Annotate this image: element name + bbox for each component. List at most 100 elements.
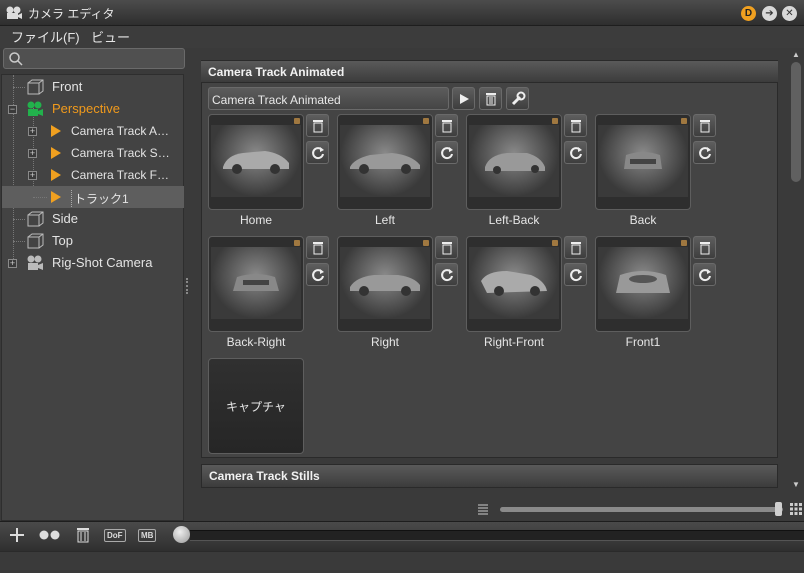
search-input[interactable] xyxy=(3,48,185,69)
tree-item-perspective[interactable]: − Perspective xyxy=(2,98,184,120)
trash-icon xyxy=(699,119,710,132)
camera-thumbnail[interactable] xyxy=(337,236,433,332)
wrench-icon xyxy=(511,91,525,105)
arrow-right-icon[interactable]: ➔ xyxy=(762,6,777,21)
refresh-camera-button[interactable] xyxy=(564,263,587,286)
tree-item-track[interactable]: + Camera Track F… xyxy=(2,164,184,186)
tree-item-side[interactable]: Side xyxy=(2,208,184,230)
two-dots-icon xyxy=(39,530,60,540)
list-view-icon[interactable] xyxy=(477,503,489,515)
delete-camera-button[interactable] xyxy=(306,236,329,259)
expand-icon[interactable]: + xyxy=(8,259,17,268)
track-panel-header[interactable]: Camera Track Animated xyxy=(201,61,778,83)
close-icon[interactable]: ✕ xyxy=(782,6,797,21)
timeline-track[interactable] xyxy=(190,530,804,541)
grid-view-icon[interactable] xyxy=(789,502,803,516)
camera-thumbnail[interactable] xyxy=(466,236,562,332)
camera-thumbnail[interactable] xyxy=(466,114,562,210)
tree-item-label: Side xyxy=(52,211,79,226)
scroll-down-icon[interactable]: ▼ xyxy=(791,480,801,490)
scroll-thumb[interactable] xyxy=(791,62,801,182)
status-bar xyxy=(0,551,804,573)
trash-icon xyxy=(77,528,89,543)
refresh-icon xyxy=(569,268,582,281)
zoom-slider-knob[interactable] xyxy=(775,502,782,516)
dof-button[interactable]: DoF xyxy=(104,526,126,544)
camera-cube-icon xyxy=(27,211,44,227)
settings-button[interactable] xyxy=(506,87,529,110)
thumbnail-label: Back-Right xyxy=(226,335,286,349)
trash-icon xyxy=(570,119,581,132)
camera-pair-button[interactable] xyxy=(38,526,62,544)
refresh-camera-button[interactable] xyxy=(306,141,329,164)
refresh-camera-button[interactable] xyxy=(564,141,587,164)
expand-icon[interactable]: + xyxy=(28,127,37,136)
camera-cube-icon xyxy=(27,233,44,249)
collapse-icon[interactable]: − xyxy=(8,105,17,114)
menu-view[interactable]: ビュー xyxy=(88,27,133,46)
camera-thumbnail[interactable] xyxy=(337,114,433,210)
mb-button[interactable]: MB xyxy=(138,526,157,544)
zoom-slider-track[interactable] xyxy=(500,507,783,512)
track-play-icon xyxy=(51,169,61,181)
play-button[interactable] xyxy=(452,87,475,110)
trash-icon xyxy=(485,92,496,105)
refresh-camera-button[interactable] xyxy=(306,263,329,286)
expand-icon[interactable]: + xyxy=(28,149,37,158)
trash-icon xyxy=(441,241,452,254)
camera-thumbnail[interactable] xyxy=(208,236,304,332)
d-badge-button[interactable]: D xyxy=(741,6,756,21)
delete-camera-button[interactable] xyxy=(693,114,716,137)
car-image xyxy=(624,152,662,169)
tree-item-front[interactable]: Front xyxy=(2,76,184,98)
thumbnail-label: Home xyxy=(239,213,272,227)
trash-icon xyxy=(312,119,323,132)
perspective-icon xyxy=(27,101,43,116)
tree-item-track[interactable]: + Camera Track A… xyxy=(2,120,184,142)
expand-icon[interactable]: + xyxy=(28,171,37,180)
delete-button[interactable] xyxy=(74,526,92,544)
window-title: カメラ エディタ xyxy=(28,7,115,21)
camera-cube-icon xyxy=(27,79,44,95)
scroll-up-icon[interactable]: ▲ xyxy=(791,50,801,60)
tree-item-label: Perspective xyxy=(52,101,120,116)
refresh-icon xyxy=(311,146,324,159)
refresh-icon xyxy=(569,146,582,159)
camera-thumbnail[interactable] xyxy=(595,236,691,332)
delete-camera-button[interactable] xyxy=(564,236,587,259)
car-image xyxy=(616,271,670,293)
thumbnail-label: Left xyxy=(374,213,395,227)
delete-camera-button[interactable] xyxy=(435,114,458,137)
tree-item-label: Camera Track F… xyxy=(71,168,170,182)
add-button[interactable] xyxy=(7,526,27,544)
tree-item-track-selected[interactable]: トラック1 xyxy=(2,186,184,208)
camera-thumbnail[interactable] xyxy=(595,114,691,210)
car-image xyxy=(350,153,420,174)
refresh-camera-button[interactable] xyxy=(693,141,716,164)
tree-item-label: Rig-Shot Camera xyxy=(52,255,153,270)
refresh-camera-button[interactable] xyxy=(435,141,458,164)
delete-camera-button[interactable] xyxy=(435,236,458,259)
refresh-camera-button[interactable] xyxy=(693,263,716,286)
delete-camera-button[interactable] xyxy=(693,236,716,259)
thumbnail-label: Front1 xyxy=(625,335,661,349)
thumbnail-label: Right xyxy=(370,335,399,349)
camera-thumbnail[interactable] xyxy=(208,114,304,210)
menu-file[interactable]: ファイル(F) xyxy=(8,27,83,46)
delete-camera-button[interactable] xyxy=(564,114,587,137)
tree-item-label: Top xyxy=(52,233,73,248)
timeline-knob[interactable] xyxy=(173,526,190,543)
delete-track-button[interactable] xyxy=(479,87,502,110)
capture-button[interactable]: キャプチャ xyxy=(208,358,304,454)
tree-item-track[interactable]: + Camera Track S… xyxy=(2,142,184,164)
track-name-field[interactable]: Camera Track Animated xyxy=(208,87,449,110)
refresh-camera-button[interactable] xyxy=(435,263,458,286)
camera-tree: Front − Perspective + Camera Track A… + … xyxy=(1,74,184,521)
stills-panel-header[interactable]: Camera Track Stills xyxy=(201,464,778,488)
tree-item-top[interactable]: Top xyxy=(2,230,184,252)
trash-icon xyxy=(699,241,710,254)
tree-item-rig-shot[interactable]: + Rig-Shot Camera xyxy=(2,252,184,274)
panel-title: Camera Track Animated xyxy=(208,65,345,79)
trash-icon xyxy=(312,241,323,254)
delete-camera-button[interactable] xyxy=(306,114,329,137)
